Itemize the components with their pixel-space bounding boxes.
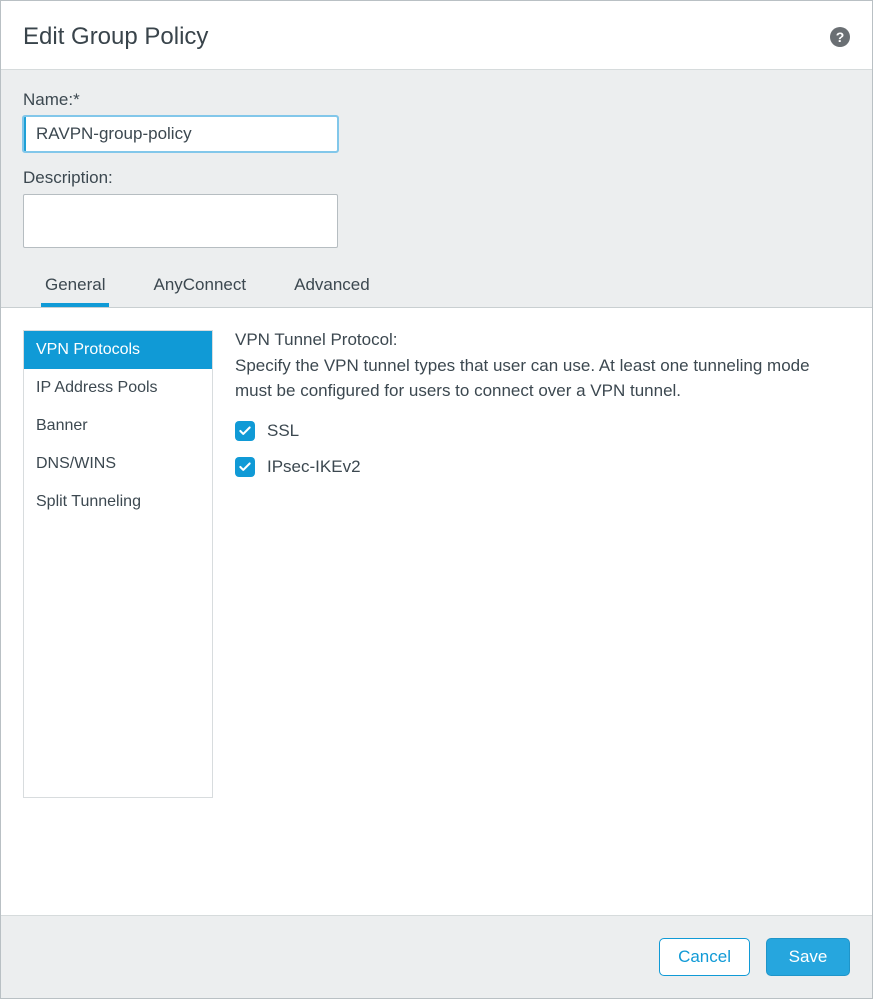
side-item-split-tunneling[interactable]: Split Tunneling	[24, 483, 212, 521]
description-label: Description:	[23, 168, 850, 188]
name-label: Name:*	[23, 90, 850, 110]
dialog-title: Edit Group Policy	[23, 23, 208, 51]
body-area: VPN Protocols IP Address Pools Banner DN…	[1, 308, 872, 915]
ssl-checkbox[interactable]	[235, 421, 255, 441]
side-item-vpn-protocols[interactable]: VPN Protocols	[24, 331, 212, 369]
dialog-header: Edit Group Policy ?	[1, 1, 872, 69]
ssl-label: SSL	[267, 421, 299, 441]
side-nav: VPN Protocols IP Address Pools Banner DN…	[23, 330, 213, 798]
name-field-block: Name:*	[23, 90, 850, 152]
form-top-area: Name:* Description: General AnyConnect A…	[1, 69, 872, 308]
cancel-button[interactable]: Cancel	[659, 938, 750, 976]
check-icon	[238, 460, 252, 474]
name-input[interactable]	[23, 116, 338, 152]
checkbox-row-ipsec: IPsec-IKEv2	[235, 457, 850, 477]
tab-advanced[interactable]: Advanced	[290, 269, 374, 307]
ipsec-label: IPsec-IKEv2	[267, 457, 361, 477]
side-item-ip-address-pools[interactable]: IP Address Pools	[24, 369, 212, 407]
content-heading: VPN Tunnel Protocol:	[235, 330, 850, 350]
content-panel: VPN Tunnel Protocol: Specify the VPN tun…	[235, 330, 850, 915]
tab-bar: General AnyConnect Advanced	[23, 269, 850, 307]
tab-general[interactable]: General	[41, 269, 109, 307]
ipsec-checkbox[interactable]	[235, 457, 255, 477]
help-icon[interactable]: ?	[830, 27, 850, 47]
description-field-block: Description:	[23, 168, 850, 253]
check-icon	[238, 424, 252, 438]
side-item-dns-wins[interactable]: DNS/WINS	[24, 445, 212, 483]
save-button[interactable]: Save	[766, 938, 850, 976]
content-description: Specify the VPN tunnel types that user c…	[235, 354, 850, 403]
dialog-footer: Cancel Save	[1, 915, 872, 998]
checkbox-row-ssl: SSL	[235, 421, 850, 441]
side-item-banner[interactable]: Banner	[24, 407, 212, 445]
description-input[interactable]	[23, 194, 338, 248]
edit-group-policy-dialog: Edit Group Policy ? Name:* Description: …	[0, 0, 873, 999]
tab-anyconnect[interactable]: AnyConnect	[149, 269, 250, 307]
